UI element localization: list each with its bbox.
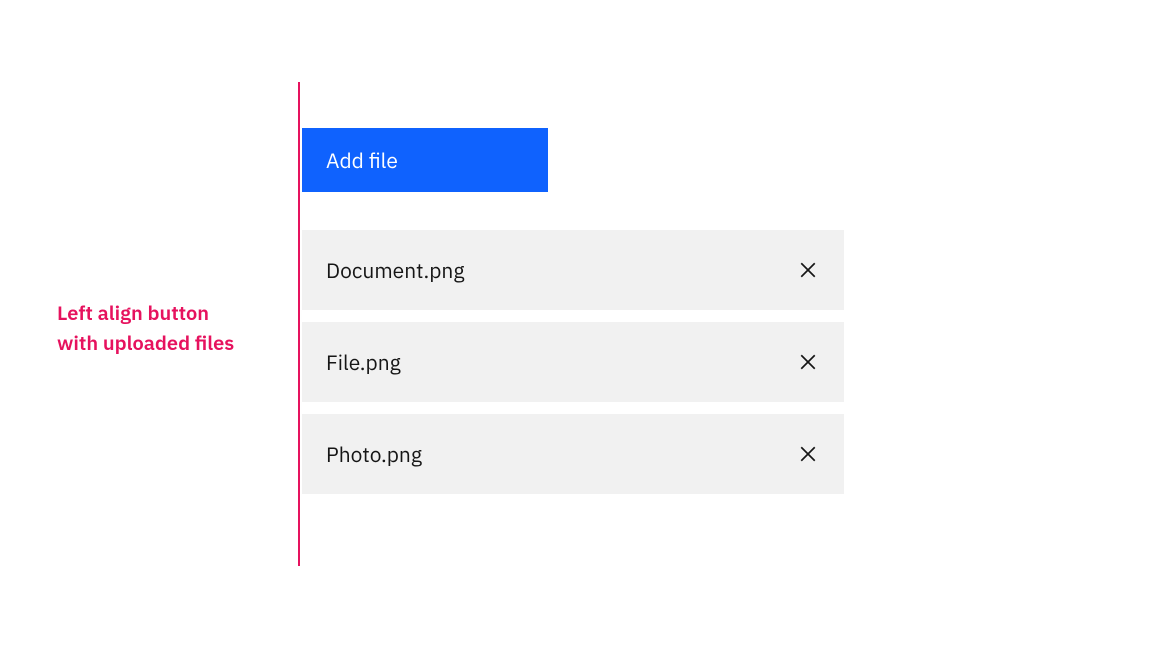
close-icon bbox=[799, 353, 817, 371]
remove-file-button[interactable] bbox=[796, 350, 820, 374]
remove-file-button[interactable] bbox=[796, 258, 820, 282]
file-name: Photo.png bbox=[326, 440, 422, 468]
file-item: Photo.png bbox=[302, 414, 844, 494]
file-list: Document.png File.png Ph bbox=[302, 230, 844, 494]
file-item: File.png bbox=[302, 322, 844, 402]
content-column: Add file Document.png File.png bbox=[302, 82, 844, 494]
file-item: Document.png bbox=[302, 230, 844, 310]
add-file-button[interactable]: Add file bbox=[302, 128, 548, 192]
annotation-line-1: Left align button bbox=[57, 298, 234, 328]
file-name: Document.png bbox=[326, 256, 464, 284]
annotation-line-2: with uploaded files bbox=[57, 328, 234, 358]
annotation-label: Left align button with uploaded files bbox=[57, 298, 234, 358]
close-icon bbox=[799, 261, 817, 279]
file-name: File.png bbox=[326, 348, 401, 376]
close-icon bbox=[799, 445, 817, 463]
file-uploader-container: Add file Document.png File.png bbox=[298, 82, 844, 494]
remove-file-button[interactable] bbox=[796, 442, 820, 466]
